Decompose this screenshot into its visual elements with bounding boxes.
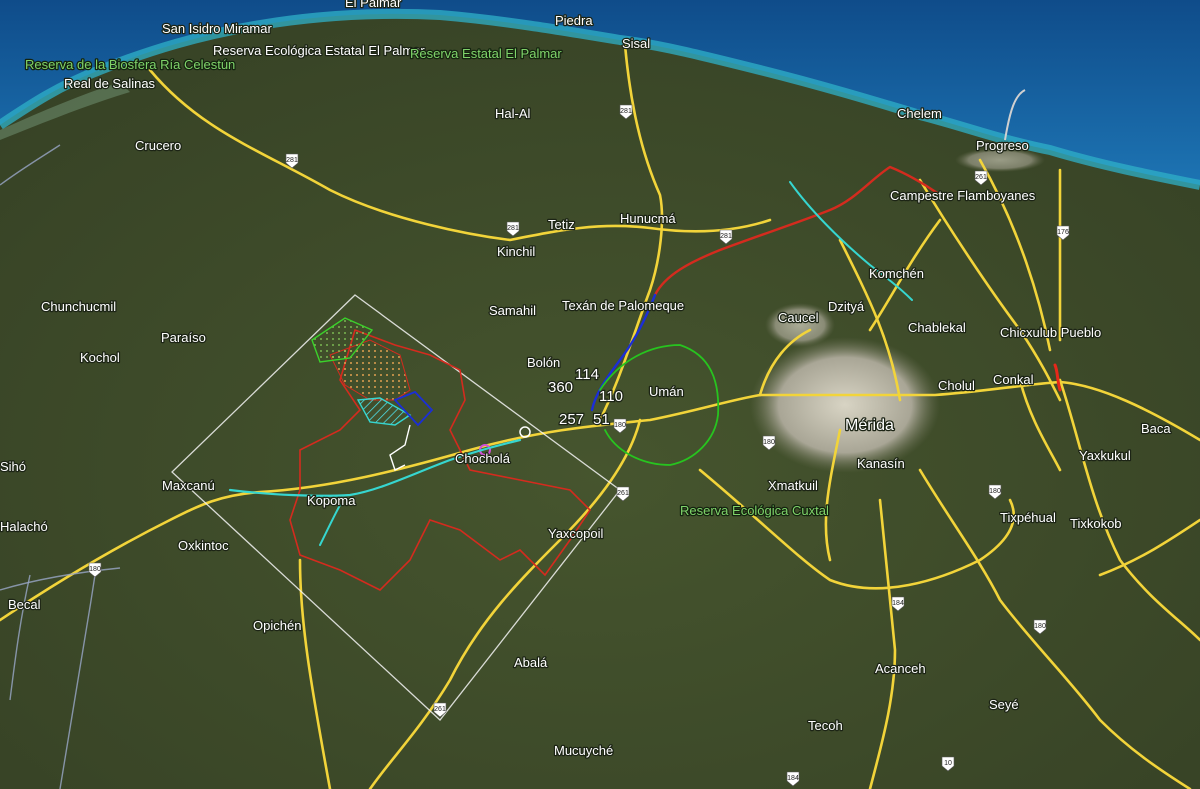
label-chicxulub: Chicxulub Pueblo xyxy=(1000,325,1101,340)
label-reserva-estatal-el-palmar: Reserva Estatal El Palmar xyxy=(410,46,562,61)
label-el-palmar-top: El Palmar xyxy=(345,0,402,10)
svg-text:281: 281 xyxy=(720,233,732,240)
svg-text:281: 281 xyxy=(620,108,632,115)
label-tecoh: Tecoh xyxy=(808,718,843,733)
label-becal: Becal xyxy=(8,597,41,612)
label-abala: Abalá xyxy=(514,655,548,670)
label-yaxkukul: Yaxkukul xyxy=(1079,448,1131,463)
label-caucel: Caucel xyxy=(778,310,819,325)
svg-text:261: 261 xyxy=(434,706,446,713)
route-number-257: 257 xyxy=(559,411,584,428)
label-seye: Seyé xyxy=(989,697,1019,712)
label-samahil: Samahil xyxy=(489,303,536,318)
label-opichen: Opichén xyxy=(253,618,301,633)
route-number-360: 360 xyxy=(548,379,573,396)
svg-text:180: 180 xyxy=(89,566,101,573)
label-progreso: Progreso xyxy=(976,138,1029,153)
svg-text:176: 176 xyxy=(1057,229,1069,236)
label-paraiso: Paraíso xyxy=(161,330,206,345)
label-sisal: Sisal xyxy=(622,36,650,51)
label-conkal: Conkal xyxy=(993,372,1034,387)
label-san-isidro: San Isidro Miramar xyxy=(162,21,272,36)
label-bolon: Bolón xyxy=(527,355,560,370)
label-reserva-el-palmar-ecol: Reserva Ecológica Estatal El Palmar xyxy=(213,43,425,58)
svg-text:281: 281 xyxy=(507,225,519,232)
label-piedra: Piedra xyxy=(555,13,593,28)
svg-text:281: 281 xyxy=(286,157,298,164)
label-siho: Sihó xyxy=(0,459,26,474)
label-real-de-salinas: Real de Salinas xyxy=(64,76,156,91)
svg-text:180: 180 xyxy=(614,422,626,429)
label-reserva-celestun: Reserva de la Biosfera Ría Celestún xyxy=(25,57,235,72)
label-oxkintoc: Oxkintoc xyxy=(178,538,229,553)
label-yaxcopoil: Yaxcopoil xyxy=(548,526,604,541)
svg-text:261: 261 xyxy=(617,490,629,497)
label-crucero: Crucero xyxy=(135,138,181,153)
label-campestre: Campestre Flamboyanes xyxy=(890,188,1036,203)
label-reserva-cuxtal: Reserva Ecológica Cuxtal xyxy=(680,503,829,518)
label-merida: Mérida xyxy=(845,417,894,434)
label-acanceh: Acanceh xyxy=(875,661,926,676)
label-kopoma: Kopoma xyxy=(307,493,356,508)
svg-text:180: 180 xyxy=(1034,623,1046,630)
svg-text:261: 261 xyxy=(975,174,987,181)
label-chablekal: Chablekal xyxy=(908,320,966,335)
svg-text:180: 180 xyxy=(763,439,775,446)
route-number-110: 110 xyxy=(599,388,623,405)
label-dzitya: Dzityá xyxy=(828,299,865,314)
label-komchen: Komchén xyxy=(869,266,924,281)
label-maxcanu: Maxcanú xyxy=(162,478,215,493)
label-hal-al: Hal-Al xyxy=(495,106,531,121)
svg-text:184: 184 xyxy=(787,775,799,782)
label-chelem: Chelem xyxy=(897,106,942,121)
label-cholul: Cholul xyxy=(938,378,975,393)
label-chochola: Chocholá xyxy=(455,451,511,466)
label-mucuyche: Mucuyché xyxy=(554,743,613,758)
route-number-114: 114 xyxy=(575,366,599,383)
label-halacho: Halachó xyxy=(0,519,48,534)
svg-text:10: 10 xyxy=(944,760,952,767)
label-xmatkuil: Xmatkuil xyxy=(768,478,818,493)
satellite-map[interactable]: 281 281 281 261 281 176 180 261 180 180 … xyxy=(0,0,1200,789)
label-hunucma: Hunucmá xyxy=(620,211,676,226)
svg-text:180: 180 xyxy=(989,488,1001,495)
label-uman: Umán xyxy=(649,384,684,399)
label-kanasin: Kanasín xyxy=(857,456,905,471)
label-tixkokob: Tixkokob xyxy=(1070,516,1122,531)
route-number-51: 51 xyxy=(593,411,610,428)
label-chunchucmil: Chunchucmil xyxy=(41,299,116,314)
label-baca: Baca xyxy=(1141,421,1171,436)
svg-text:184: 184 xyxy=(892,600,904,607)
label-texan: Texán de Palomeque xyxy=(562,298,684,313)
label-tixpehual: Tixpéhual xyxy=(1000,510,1056,525)
label-kinchil: Kinchil xyxy=(497,244,535,259)
label-tetiz: Tetiz xyxy=(548,217,575,232)
label-kochol: Kochol xyxy=(80,350,120,365)
